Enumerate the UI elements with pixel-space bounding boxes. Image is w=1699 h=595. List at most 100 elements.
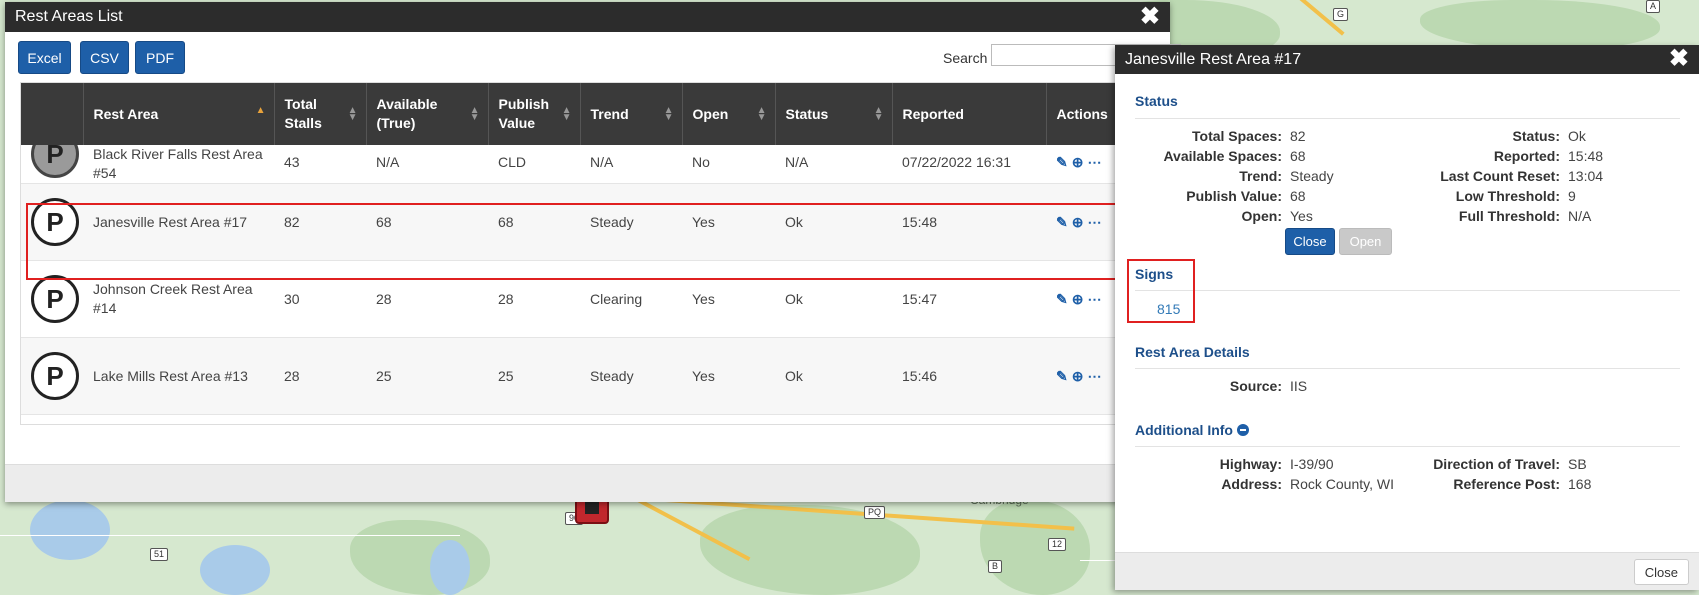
kv-trend: Trend: Steady bbox=[1239, 168, 1334, 184]
column-header-label: Available (True) bbox=[376, 96, 438, 131]
status-heading: Status bbox=[1135, 93, 1178, 109]
zoom-in-icon[interactable]: ⊕ bbox=[1072, 291, 1084, 307]
column-header-trend[interactable]: Trend ▲ ▼ bbox=[580, 83, 683, 145]
column-header-total-stalls[interactable]: Total Stalls ▲ ▼ bbox=[274, 83, 367, 145]
cell-total-stalls: 82 bbox=[274, 183, 366, 261]
detail-titlebar: Janesville Rest Area #17 ✖ bbox=[1115, 45, 1699, 74]
kv-reference-post: Reference Post: 168 bbox=[1453, 476, 1592, 492]
cell-rest-area: Lake Mills Rest Area #13 bbox=[83, 337, 274, 415]
cell-trend: N/A bbox=[580, 145, 682, 184]
column-header-status[interactable]: Status ▲ ▼ bbox=[775, 83, 893, 145]
column-header-publish-value[interactable]: Publish Value ▲ ▼ bbox=[488, 83, 581, 145]
close-icon[interactable]: ✖ bbox=[1140, 4, 1160, 30]
collapse-icon[interactable] bbox=[1236, 424, 1249, 436]
column-header-rest-area[interactable]: Rest Area ▲ bbox=[83, 83, 275, 145]
cell-available: N/A bbox=[366, 145, 488, 184]
zoom-in-icon[interactable]: ⊕ bbox=[1072, 368, 1084, 384]
table-row[interactable]: P Lake Mills Rest Area #13 28 25 25 Stea… bbox=[21, 337, 1129, 415]
more-icon[interactable]: ⋯ bbox=[1087, 368, 1101, 384]
cell-total-stalls: 43 bbox=[274, 145, 366, 184]
edit-icon[interactable]: ✎ bbox=[1056, 368, 1068, 384]
map-road bbox=[0, 535, 460, 536]
divider bbox=[1135, 118, 1680, 119]
cell-open: Yes bbox=[682, 260, 775, 338]
kv-available-spaces: Available Spaces: 68 bbox=[1163, 148, 1306, 164]
table-header-row: Rest Area ▲ Total Stalls ▲ ▼ Available (Tru… bbox=[21, 83, 1129, 145]
cell-publish-value: 25 bbox=[488, 337, 580, 415]
column-header-label: Actions bbox=[1056, 105, 1108, 122]
column-header-label: Total Stalls bbox=[284, 96, 322, 131]
cell-open: No bbox=[682, 145, 775, 184]
list-footer bbox=[5, 464, 1170, 502]
additional-info-heading[interactable]: Additional Info bbox=[1135, 422, 1249, 438]
kv-source: Source: IIS bbox=[1229, 378, 1308, 394]
rest-area-details-heading: Rest Area Details bbox=[1135, 344, 1250, 360]
table-row[interactable]: P Johnson Creek Rest Area #14 30 28 28 C… bbox=[21, 260, 1129, 338]
rest-areas-table: Rest Area ▲ Total Stalls ▲ ▼ Available (Tru… bbox=[20, 82, 1130, 425]
zoom-in-icon[interactable]: ⊕ bbox=[1072, 154, 1084, 170]
cell-open: Yes bbox=[682, 337, 775, 415]
column-header-reported[interactable]: Reported bbox=[892, 83, 1047, 145]
excel-button[interactable]: Excel bbox=[18, 41, 71, 74]
open-rest-area-button[interactable]: Open bbox=[1339, 228, 1392, 255]
cell-reported: 15:48 bbox=[892, 183, 1046, 261]
map-lake bbox=[200, 545, 270, 595]
csv-button[interactable]: CSV bbox=[80, 41, 129, 74]
sign-link[interactable]: 815 bbox=[1157, 301, 1180, 317]
table-row[interactable]: P Janesville Rest Area #17 82 68 68 Stea… bbox=[21, 183, 1129, 261]
kv-highway: Highway: I-39/90 bbox=[1219, 456, 1334, 472]
cell-publish-value: 28 bbox=[488, 260, 580, 338]
kv-full-threshold: Full Threshold: N/A bbox=[1458, 208, 1592, 224]
zoom-in-icon[interactable]: ⊕ bbox=[1072, 214, 1084, 230]
map-route-shield: A bbox=[1646, 0, 1661, 13]
edit-icon[interactable]: ✎ bbox=[1056, 291, 1068, 307]
column-header-label: Open bbox=[692, 105, 729, 122]
list-window-title: Rest Areas List bbox=[15, 8, 123, 25]
sort-icon: ▲ ▼ bbox=[756, 105, 767, 123]
parking-icon: P bbox=[31, 352, 79, 400]
table-row[interactable]: P Black River Falls Rest Area #54 43 N/A… bbox=[21, 130, 1129, 184]
map-route-shield: 51 bbox=[150, 548, 169, 561]
cell-available: 68 bbox=[366, 183, 488, 261]
cell-rest-area: Janesville Rest Area #17 bbox=[83, 183, 274, 261]
sort-ascending-icon: ▲ bbox=[255, 105, 266, 116]
cell-open: Yes bbox=[682, 183, 775, 261]
cell-status: Ok bbox=[775, 183, 892, 261]
divider bbox=[1135, 446, 1680, 447]
sort-icon: ▲ ▼ bbox=[469, 105, 480, 123]
edit-icon[interactable]: ✎ bbox=[1056, 154, 1068, 170]
map-lake bbox=[430, 540, 470, 595]
cell-status: Ok bbox=[775, 337, 892, 415]
detail-footer: Close bbox=[1115, 552, 1699, 590]
kv-low-threshold: Low Threshold: 9 bbox=[1455, 188, 1576, 204]
map-route-shield: 12 bbox=[1048, 538, 1067, 551]
close-rest-area-button[interactable]: Close bbox=[1285, 228, 1335, 255]
column-header-available[interactable]: Available (True) ▲ ▼ bbox=[366, 83, 489, 145]
more-icon[interactable]: ⋯ bbox=[1087, 154, 1101, 170]
rest-area-detail-panel: Janesville Rest Area #17 ✖ Status Total … bbox=[1115, 45, 1699, 590]
kv-address: Address: Rock County, WI bbox=[1221, 476, 1394, 492]
footer-close-button[interactable]: Close bbox=[1633, 559, 1689, 585]
cell-trend: Clearing bbox=[580, 260, 682, 338]
map-lake bbox=[30, 500, 110, 560]
more-icon[interactable]: ⋯ bbox=[1087, 291, 1101, 307]
column-header-label: Rest Area bbox=[93, 105, 159, 122]
close-icon[interactable]: ✖ bbox=[1669, 46, 1689, 72]
cell-trend: Steady bbox=[580, 183, 682, 261]
kv-open: Open: Yes bbox=[1241, 208, 1313, 224]
cell-trend: Steady bbox=[580, 337, 682, 415]
edit-icon[interactable]: ✎ bbox=[1056, 214, 1068, 230]
column-header-open[interactable]: Open ▲ ▼ bbox=[682, 83, 776, 145]
pdf-button[interactable]: PDF bbox=[135, 41, 185, 74]
cell-publish-value: CLD bbox=[488, 145, 580, 184]
column-header-label: Trend bbox=[590, 105, 629, 122]
parking-icon: P bbox=[31, 275, 79, 323]
cell-total-stalls: 28 bbox=[274, 337, 366, 415]
more-icon[interactable]: ⋯ bbox=[1087, 214, 1101, 230]
detail-title: Janesville Rest Area #17 bbox=[1125, 50, 1302, 68]
list-titlebar: Rest Areas List ✖ bbox=[5, 2, 1170, 32]
cell-status: N/A bbox=[775, 145, 892, 184]
kv-publish-value: Publish Value: 68 bbox=[1186, 188, 1306, 204]
kv-reported: Reported: 15:48 bbox=[1493, 148, 1604, 164]
cell-status: Ok bbox=[775, 260, 892, 338]
